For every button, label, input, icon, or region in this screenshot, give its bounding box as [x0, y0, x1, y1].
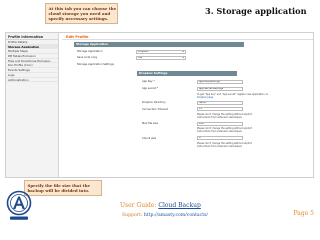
callout-line: At this tab you can choose the: [48, 5, 117, 11]
page-heading: 3. Storage application: [205, 6, 307, 16]
user-guide-label: User Guide:: [120, 202, 157, 209]
timeout-help-line: instructions from extension developers: [197, 115, 242, 119]
save-local-copy-value: Yes: [138, 55, 143, 59]
chunk-size-label: Chunk size: [142, 136, 157, 140]
storage-application-label: Storage Application: [77, 50, 103, 53]
support-label: Support:: [122, 213, 143, 218]
chunk-size-input[interactable]: 4: [197, 136, 243, 140]
sidebar-title: Profile Information: [6, 33, 58, 40]
max-file-size-label: Max file size: [142, 122, 158, 125]
chevron-down-icon: ▼: [182, 49, 184, 53]
sidebar: Profile Information Profile Details Stor…: [6, 33, 59, 177]
callout-line: specify necessary settings.: [48, 15, 109, 21]
connection-timeout-input[interactable]: 15: [197, 107, 243, 111]
chevron-down-icon: ▼: [182, 55, 184, 59]
app-secret-label: App secret *: [142, 87, 159, 90]
save-local-copy-label: Save local copy: [77, 56, 98, 59]
dropbox-directory-label: Dropbox Directory: [142, 101, 166, 104]
storage-settings-label: Storage Application Settings: [77, 63, 114, 66]
callout-line: backup will be divided into.: [27, 187, 90, 193]
admin-screenshot: Profile Information Profile Details Stor…: [5, 32, 314, 178]
connection-timeout-label: Connection Timeout: [142, 107, 169, 111]
callout-line: Specify the file size that the: [27, 182, 91, 188]
storage-application-section-header: Storage Application: [74, 42, 244, 47]
file-size-tip-callout: Specify the file size that the backup wi…: [24, 180, 102, 196]
support-line: Support: http://amasty.com/contacts/: [122, 213, 208, 218]
save-local-copy-select[interactable]: Yes ▼: [136, 55, 186, 60]
sidebar-item-administration[interactable]: Administration: [6, 78, 58, 83]
page-number: Page 5: [293, 210, 314, 217]
dropbox-page-link[interactable]: Dropbox page: [197, 96, 213, 99]
amasty-logo-icon: [6, 190, 32, 220]
amasty-logo: [6, 190, 32, 223]
form-title: Edit Profile: [62, 33, 313, 40]
max-file-size-input[interactable]: 100: [197, 121, 243, 126]
app-key-input[interactable]: app-key-settings: [197, 79, 243, 84]
max-file-help-line: instructions from extension developers: [197, 130, 242, 133]
storage-application-value: Dropbox: [138, 49, 149, 53]
main-panel: Edit Profile Storage Application Storage…: [62, 33, 313, 177]
support-link[interactable]: http://amasty.com/contacts/: [144, 213, 208, 218]
tab-tip-callout: At this tab you can choose the cloud sto…: [45, 3, 118, 24]
user-guide-line: User Guide: Cloud Backup: [120, 202, 201, 209]
app-secret-input[interactable]: app-secret-settings: [197, 86, 243, 91]
app-key-label: App Key *: [142, 80, 155, 83]
storage-application-select[interactable]: Dropbox ▼: [136, 49, 186, 54]
chunk-help-line: instructions from extension developers: [197, 144, 242, 148]
dropbox-settings-section-header: Dropbox Settings: [137, 71, 237, 76]
cloud-backup-link[interactable]: Cloud Backup: [158, 202, 200, 209]
dropbox-directory-input[interactable]: demo: [197, 100, 243, 105]
